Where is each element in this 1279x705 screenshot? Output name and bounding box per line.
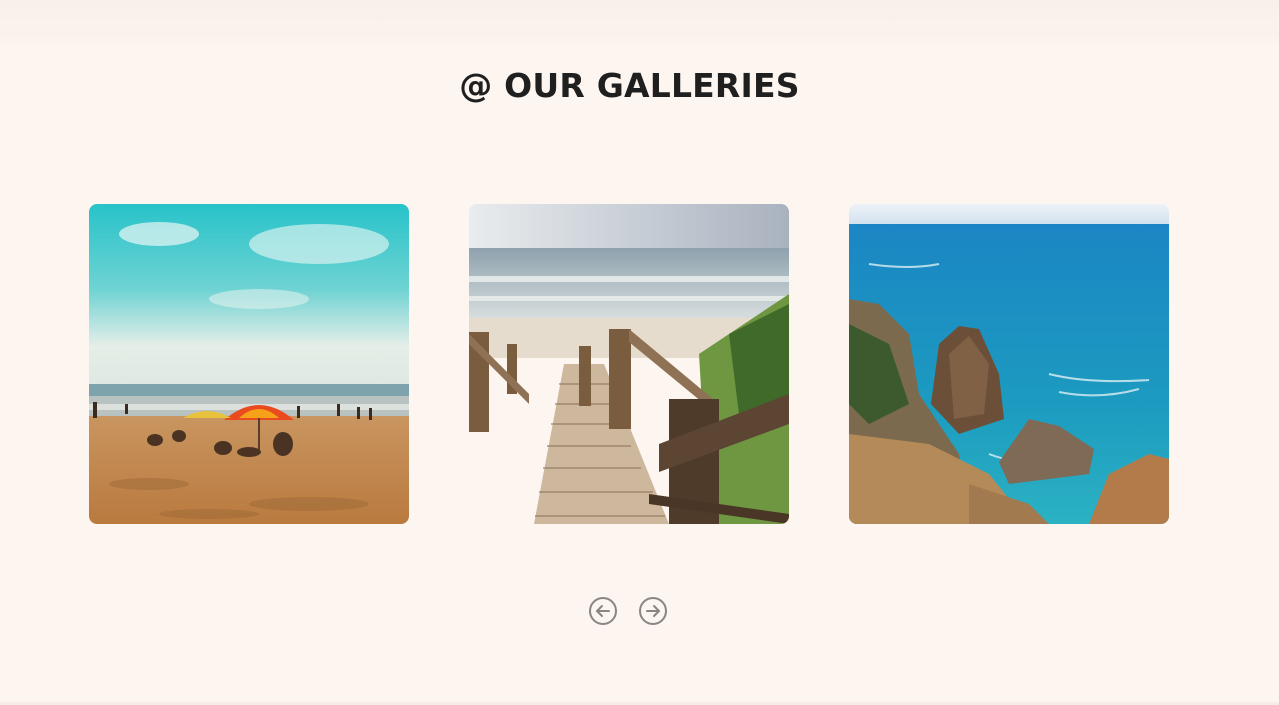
arrow-left-icon <box>596 605 610 617</box>
gallery-image-beach[interactable] <box>89 204 409 524</box>
next-button[interactable] <box>639 597 667 625</box>
top-strip <box>0 0 1279 44</box>
cliffs-photo <box>849 204 1169 524</box>
gallery-image-boardwalk[interactable] <box>469 204 789 524</box>
arrow-right-icon <box>646 605 660 617</box>
section-title: @ OUR GALLERIES <box>459 66 800 105</box>
gallery-image-cliffs[interactable] <box>849 204 1169 524</box>
boardwalk-photo <box>469 204 789 524</box>
prev-button[interactable] <box>589 597 617 625</box>
beach-photo <box>89 204 409 524</box>
